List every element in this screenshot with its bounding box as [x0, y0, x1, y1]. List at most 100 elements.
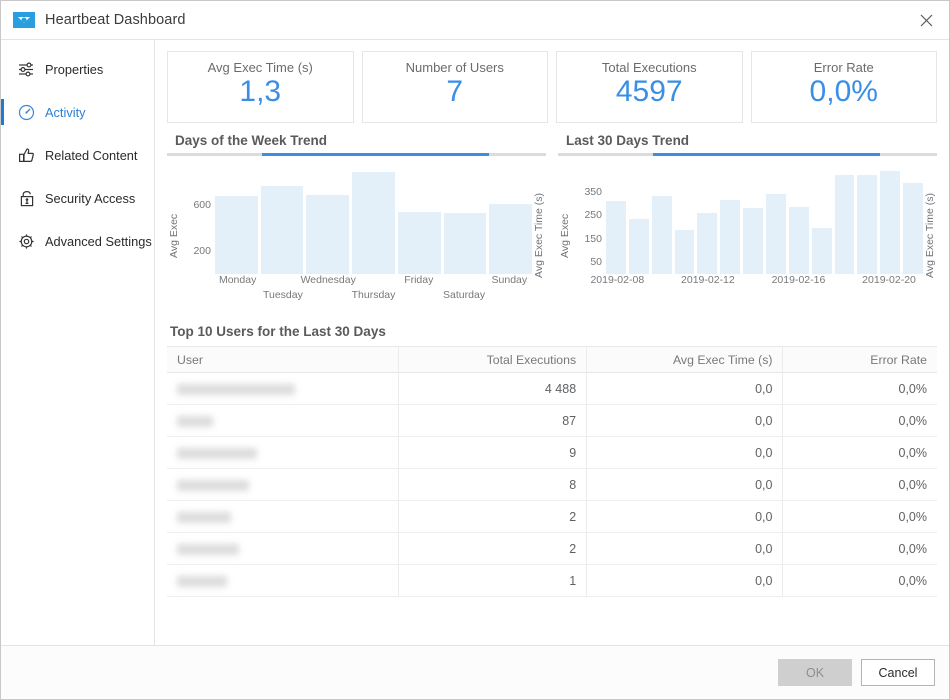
gear-icon: [17, 232, 36, 251]
cell-total-executions: 87: [398, 405, 587, 437]
table-body: 4 4880,00,0%870,00,0%90,00,0%80,00,0%20,…: [167, 373, 937, 597]
sidebar-item-label: Advanced Settings: [45, 234, 152, 249]
main-content: Avg Exec Time (s) 1,3 Number of Users 7 …: [155, 40, 949, 645]
kpi-card-error-rate: Error Rate 0,0%: [751, 51, 938, 123]
chart-bar: [306, 195, 349, 274]
cell-avg-exec-time: 0,0: [587, 437, 783, 469]
dialog-footer: OK Cancel: [1, 645, 949, 699]
week-trend-underline: [167, 153, 546, 156]
chart-bar: [697, 213, 717, 274]
kpi-value: 1,3: [239, 74, 281, 110]
week-trend-panel: Days of the Week Trend Avg Exec 200600 M…: [167, 133, 552, 308]
table-title: Top 10 Users for the Last 30 Days: [167, 324, 937, 339]
sidebar-item-label: Properties: [45, 62, 103, 77]
cell-error-rate: 0,0%: [783, 405, 937, 437]
table-column-header[interactable]: Error Rate: [783, 347, 937, 373]
sliders-icon: [17, 60, 36, 79]
kpi-label: Avg Exec Time (s): [208, 60, 313, 75]
last30-trend-underline: [558, 153, 937, 156]
table-row[interactable]: 90,00,0%: [167, 437, 937, 469]
y-axis-tick: 50: [590, 256, 602, 268]
table-row[interactable]: 20,00,0%: [167, 533, 937, 565]
cell-user: [167, 405, 398, 437]
lock-person-icon: [17, 189, 36, 208]
x-axis-label: 2019-02-20: [862, 274, 916, 286]
x-axis-label: Thursday: [352, 289, 396, 301]
cell-total-executions: 1: [398, 565, 587, 597]
table-row[interactable]: 20,00,0%: [167, 501, 937, 533]
last30-trend-chart: Avg Exec 50150250350 2019-02-082019-02-1…: [558, 156, 937, 308]
cell-avg-exec-time: 0,0: [587, 533, 783, 565]
table-column-header[interactable]: Avg Exec Time (s): [587, 347, 783, 373]
redacted-user-name: [177, 416, 213, 427]
chart-bar: [880, 171, 900, 274]
cell-total-executions: 4 488: [398, 373, 587, 405]
table-column-header[interactable]: Total Executions: [398, 347, 587, 373]
cell-total-executions: 2: [398, 533, 587, 565]
kpi-card-total-executions: Total Executions 4597: [556, 51, 743, 123]
cell-total-executions: 9: [398, 437, 587, 469]
y-axis-tick: 150: [584, 233, 602, 245]
cell-error-rate: 0,0%: [783, 533, 937, 565]
sidebar-item-security-access[interactable]: Security Access: [1, 183, 154, 213]
week-chart-yaxis: 200 600: [181, 164, 215, 274]
chart-bar: [720, 200, 740, 274]
last30-trend-title: Last 30 Days Trend: [558, 133, 937, 153]
y-axis-tick: 600: [193, 199, 211, 211]
cell-total-executions: 2: [398, 501, 587, 533]
chart-bar: [444, 213, 487, 274]
heartbeat-icon: [13, 12, 35, 28]
ok-button[interactable]: OK: [778, 659, 852, 686]
cell-user: [167, 533, 398, 565]
x-axis-label: Sunday: [492, 274, 528, 286]
table-column-header[interactable]: User: [167, 347, 398, 373]
cell-avg-exec-time: 0,0: [587, 469, 783, 501]
last30-chart-yaxis: 50150250350: [572, 164, 606, 274]
chart-bar: [903, 183, 923, 274]
x-axis-label: 2019-02-16: [772, 274, 826, 286]
cell-error-rate: 0,0%: [783, 565, 937, 597]
redacted-user-name: [177, 448, 257, 459]
cell-user: [167, 437, 398, 469]
x-axis-label: Saturday: [443, 289, 485, 301]
thumbs-up-icon: [17, 146, 36, 165]
close-icon[interactable]: [903, 1, 949, 39]
sidebar-item-related-content[interactable]: Related Content: [1, 140, 154, 170]
cell-user: [167, 373, 398, 405]
top-users-table: UserTotal ExecutionsAvg Exec Time (s)Err…: [167, 346, 937, 597]
sidebar-item-label: Activity: [45, 105, 86, 120]
trend-charts-row: Days of the Week Trend Avg Exec 200600 M…: [167, 133, 937, 308]
cell-avg-exec-time: 0,0: [587, 501, 783, 533]
window-body: Properties Activity: [1, 40, 949, 645]
redacted-user-name: [177, 544, 239, 555]
sidebar-item-label: Security Access: [45, 191, 135, 206]
y-axis-tick: 200: [193, 245, 211, 257]
week-chart-xlabels: MondayTuesdayWednesdayThursdayFridaySatu…: [215, 274, 532, 308]
sidebar-item-advanced-settings[interactable]: Advanced Settings: [1, 226, 154, 256]
cell-avg-exec-time: 0,0: [587, 565, 783, 597]
chart-bar: [789, 207, 809, 274]
chart-bar: [766, 194, 786, 274]
chart-bar: [606, 201, 626, 274]
cell-error-rate: 0,0%: [783, 469, 937, 501]
cancel-button[interactable]: Cancel: [861, 659, 935, 686]
last30-trend-panel: Last 30 Days Trend Avg Exec 50150250350 …: [552, 133, 937, 308]
window-title: Heartbeat Dashboard: [45, 12, 186, 28]
chart-bar: [261, 186, 304, 274]
redacted-user-name: [177, 512, 231, 523]
kpi-value: 7: [446, 74, 463, 110]
table-row[interactable]: 4 4880,00,0%: [167, 373, 937, 405]
table-row[interactable]: 80,00,0%: [167, 469, 937, 501]
kpi-label: Error Rate: [814, 60, 874, 75]
table-row[interactable]: 10,00,0%: [167, 565, 937, 597]
sidebar-item-activity[interactable]: Activity: [1, 97, 154, 127]
x-axis-label: Friday: [404, 274, 433, 286]
week-trend-chart: Avg Exec 200600 MondayTuesdayWednesdayTh…: [167, 156, 546, 308]
chart-bar: [743, 208, 763, 274]
chart-bar: [835, 175, 855, 274]
sidebar-item-properties[interactable]: Properties: [1, 54, 154, 84]
chart-bar: [398, 212, 441, 274]
gauge-icon: [17, 103, 36, 122]
table-row[interactable]: 870,00,0%: [167, 405, 937, 437]
chart-bar: [812, 228, 832, 274]
